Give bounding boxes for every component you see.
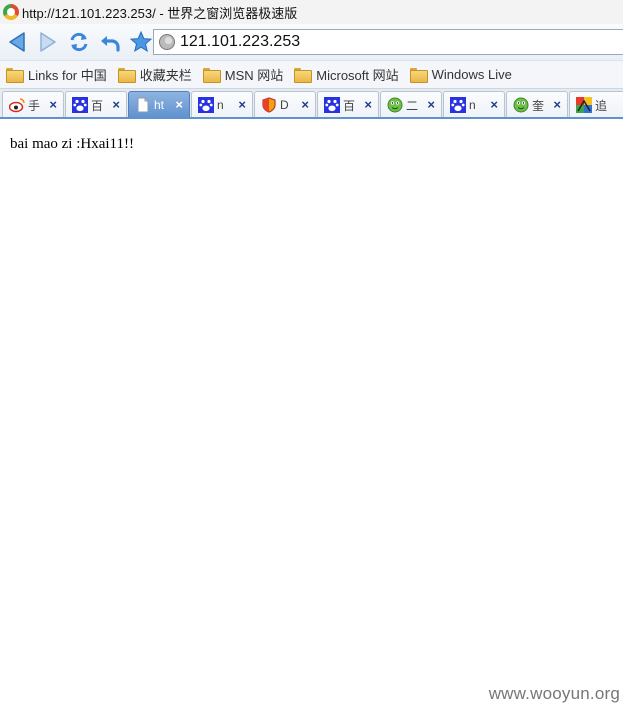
- baidu-paw-icon: [324, 97, 340, 113]
- tab-shield[interactable]: D ×: [254, 91, 316, 118]
- folder-icon: [409, 68, 428, 83]
- bookmark-label: MSN 网站: [224, 68, 284, 83]
- refresh-button[interactable]: [66, 28, 92, 56]
- bookmark-label: 收藏夹栏: [139, 68, 192, 83]
- tab-close-icon[interactable]: ×: [553, 97, 561, 112]
- url-input[interactable]: [180, 33, 600, 51]
- tab-close-icon[interactable]: ×: [364, 97, 372, 112]
- bookmark-windows-live[interactable]: Windows Live: [409, 67, 512, 83]
- forward-arrow-icon: [40, 32, 56, 52]
- tab-baidu-2[interactable]: n ×: [191, 91, 253, 118]
- bookmarks-bar: Links for 中国 收藏夹栏 MSN 网站 Microsoft 网站 Wi…: [0, 60, 623, 88]
- page-content: bai mao zi :Hxai11!!: [0, 119, 623, 704]
- forward-button[interactable]: [35, 28, 61, 56]
- title-bar: http://121.101.223.253/ - 世界之窗浏览器极速版: [0, 0, 623, 24]
- favorite-button[interactable]: [128, 28, 154, 56]
- tab-close-icon[interactable]: ×: [112, 97, 120, 112]
- tab-label: ht: [154, 98, 165, 112]
- tab-label: 百: [91, 98, 104, 113]
- bookmark-label: Links for 中国: [28, 68, 107, 83]
- bookmark-label: Microsoft 网站: [316, 68, 399, 83]
- tab-puzzle[interactable]: 追: [569, 91, 623, 118]
- globe-icon: [159, 34, 175, 50]
- tab-close-icon[interactable]: ×: [301, 97, 309, 112]
- tab-close-icon[interactable]: ×: [490, 97, 498, 112]
- undo-close-button[interactable]: [97, 28, 123, 56]
- tab-label: 奎: [532, 98, 545, 113]
- puzzle-icon: [576, 97, 592, 113]
- star-icon: [129, 30, 153, 53]
- tab-frog-2[interactable]: 奎 ×: [506, 91, 568, 118]
- tab-baidu-1[interactable]: 百 ×: [65, 91, 127, 118]
- tab-weibo[interactable]: 手 ×: [2, 91, 64, 118]
- tab-label: 百: [343, 98, 356, 113]
- baidu-paw-icon: [450, 97, 466, 113]
- tab-frog-1[interactable]: 二 ×: [380, 91, 442, 118]
- tab-label: n: [469, 98, 476, 112]
- tab-close-icon[interactable]: ×: [175, 97, 183, 112]
- tab-baidu-3[interactable]: 百 ×: [317, 91, 379, 118]
- baidu-paw-icon: [198, 97, 214, 113]
- tab-close-icon[interactable]: ×: [49, 97, 57, 112]
- bookmark-microsoft-sites[interactable]: Microsoft 网站: [294, 65, 399, 84]
- address-bar[interactable]: [153, 29, 623, 55]
- blank-page-icon: [137, 97, 149, 113]
- tab-current-page[interactable]: ht ×: [128, 91, 190, 118]
- refresh-icon: [70, 32, 88, 52]
- window-title: http://121.101.223.253/ - 世界之窗浏览器极速版: [22, 5, 298, 21]
- shield-icon: [262, 97, 276, 113]
- folder-icon: [294, 68, 313, 83]
- tab-close-icon[interactable]: ×: [427, 97, 435, 112]
- folder-icon: [6, 68, 24, 83]
- watermark: www.wooyun.org: [488, 684, 620, 703]
- tab-baidu-4[interactable]: n ×: [443, 91, 505, 118]
- green-frog-icon: [387, 97, 403, 113]
- back-button[interactable]: [4, 28, 30, 56]
- tab-label: 二: [406, 98, 419, 113]
- undo-arrow-icon: [101, 36, 120, 52]
- bookmark-label: Windows Live: [431, 67, 512, 82]
- folder-icon: [117, 68, 136, 83]
- weibo-icon: [9, 98, 25, 113]
- baidu-paw-icon: [72, 97, 88, 113]
- bookmark-links-for-china[interactable]: Links for 中国: [6, 65, 107, 84]
- tab-close-icon[interactable]: ×: [238, 97, 246, 112]
- green-frog-icon: [513, 97, 529, 113]
- tab-label: 追: [595, 98, 608, 113]
- folder-icon: [202, 68, 221, 83]
- page-body-text: bai mao zi :Hxai11!!: [10, 136, 134, 152]
- tab-bar: 手 × 百 × ht × n × D × 百 × 二 × n × 奎 × 追: [0, 88, 623, 118]
- nav-toolbar: [0, 24, 623, 60]
- browser-logo-icon: [3, 4, 19, 20]
- bookmark-msn-sites[interactable]: MSN 网站: [202, 65, 284, 84]
- bookmark-favorites-bar[interactable]: 收藏夹栏: [117, 65, 192, 84]
- back-arrow-icon: [9, 32, 25, 52]
- tab-label: n: [217, 98, 224, 112]
- tab-label: D: [280, 98, 289, 112]
- tab-label: 手: [28, 98, 41, 113]
